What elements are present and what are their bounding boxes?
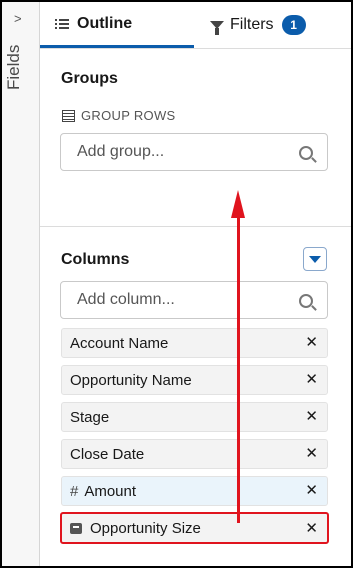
- groups-title: Groups: [61, 70, 118, 87]
- column-item-label: Close Date: [70, 445, 145, 463]
- columns-menu-button[interactable]: [303, 247, 327, 271]
- column-item-label: Opportunity Size: [90, 519, 201, 537]
- close-icon[interactable]: ✕: [305, 521, 318, 537]
- columns-title: Columns: [61, 251, 130, 268]
- column-item-opportunity-size[interactable]: Opportunity Size ✕: [60, 512, 329, 544]
- fields-rail-label: Fields: [4, 44, 23, 90]
- column-item-account-name[interactable]: Account Name ✕: [61, 328, 328, 358]
- search-icon: [299, 146, 313, 160]
- groups-section: Groups GROUP ROWS Add group...: [40, 48, 351, 227]
- group-rows-label: GROUP ROWS: [81, 108, 176, 123]
- tab-filters[interactable]: Filters 1: [210, 2, 306, 48]
- close-icon[interactable]: ✕: [305, 446, 318, 462]
- fields-panel: > Fields Outline Filters 1 Groups GROUP …: [0, 0, 353, 568]
- column-item-amount[interactable]: # Amount ✕: [61, 476, 328, 506]
- column-item-close-date[interactable]: Close Date ✕: [61, 439, 328, 469]
- add-group-placeholder: Add group...: [77, 143, 165, 160]
- bucket-icon: [70, 522, 82, 534]
- column-item-label: Opportunity Name: [70, 371, 192, 389]
- close-icon[interactable]: ✕: [305, 335, 318, 351]
- tab-outline-label: Outline: [77, 14, 133, 32]
- annotation-arrow-line: [237, 217, 240, 523]
- add-column-placeholder: Add column...: [77, 291, 175, 308]
- tab-filters-label: Filters: [230, 16, 274, 33]
- number-icon: #: [70, 482, 79, 500]
- search-icon: [299, 294, 313, 308]
- panel-tabs: Outline Filters 1: [40, 2, 351, 49]
- fields-rail[interactable]: > Fields: [2, 2, 40, 566]
- close-icon[interactable]: ✕: [305, 372, 318, 388]
- add-column-input[interactable]: Add column...: [60, 281, 328, 319]
- tab-outline[interactable]: Outline: [40, 2, 194, 48]
- add-group-input[interactable]: Add group...: [60, 133, 328, 171]
- close-icon[interactable]: ✕: [305, 409, 318, 425]
- table-icon: [62, 109, 75, 122]
- column-item-stage[interactable]: Stage ✕: [61, 402, 328, 432]
- columns-section: Columns Add column... Account Name ✕ Opp…: [40, 227, 351, 566]
- column-item-label: Stage: [70, 408, 110, 426]
- filter-count-badge: 1: [281, 15, 306, 35]
- close-icon[interactable]: ✕: [305, 483, 318, 499]
- column-item-label: Account Name: [70, 334, 169, 352]
- column-item-opportunity-name[interactable]: Opportunity Name ✕: [61, 365, 328, 395]
- chevron-right-icon[interactable]: >: [14, 11, 22, 26]
- annotation-arrow-head: [231, 190, 245, 218]
- filter-icon: [210, 21, 224, 35]
- group-rows-heading: GROUP ROWS: [62, 108, 176, 123]
- list-icon: [55, 18, 69, 30]
- column-item-label: Amount: [84, 482, 137, 500]
